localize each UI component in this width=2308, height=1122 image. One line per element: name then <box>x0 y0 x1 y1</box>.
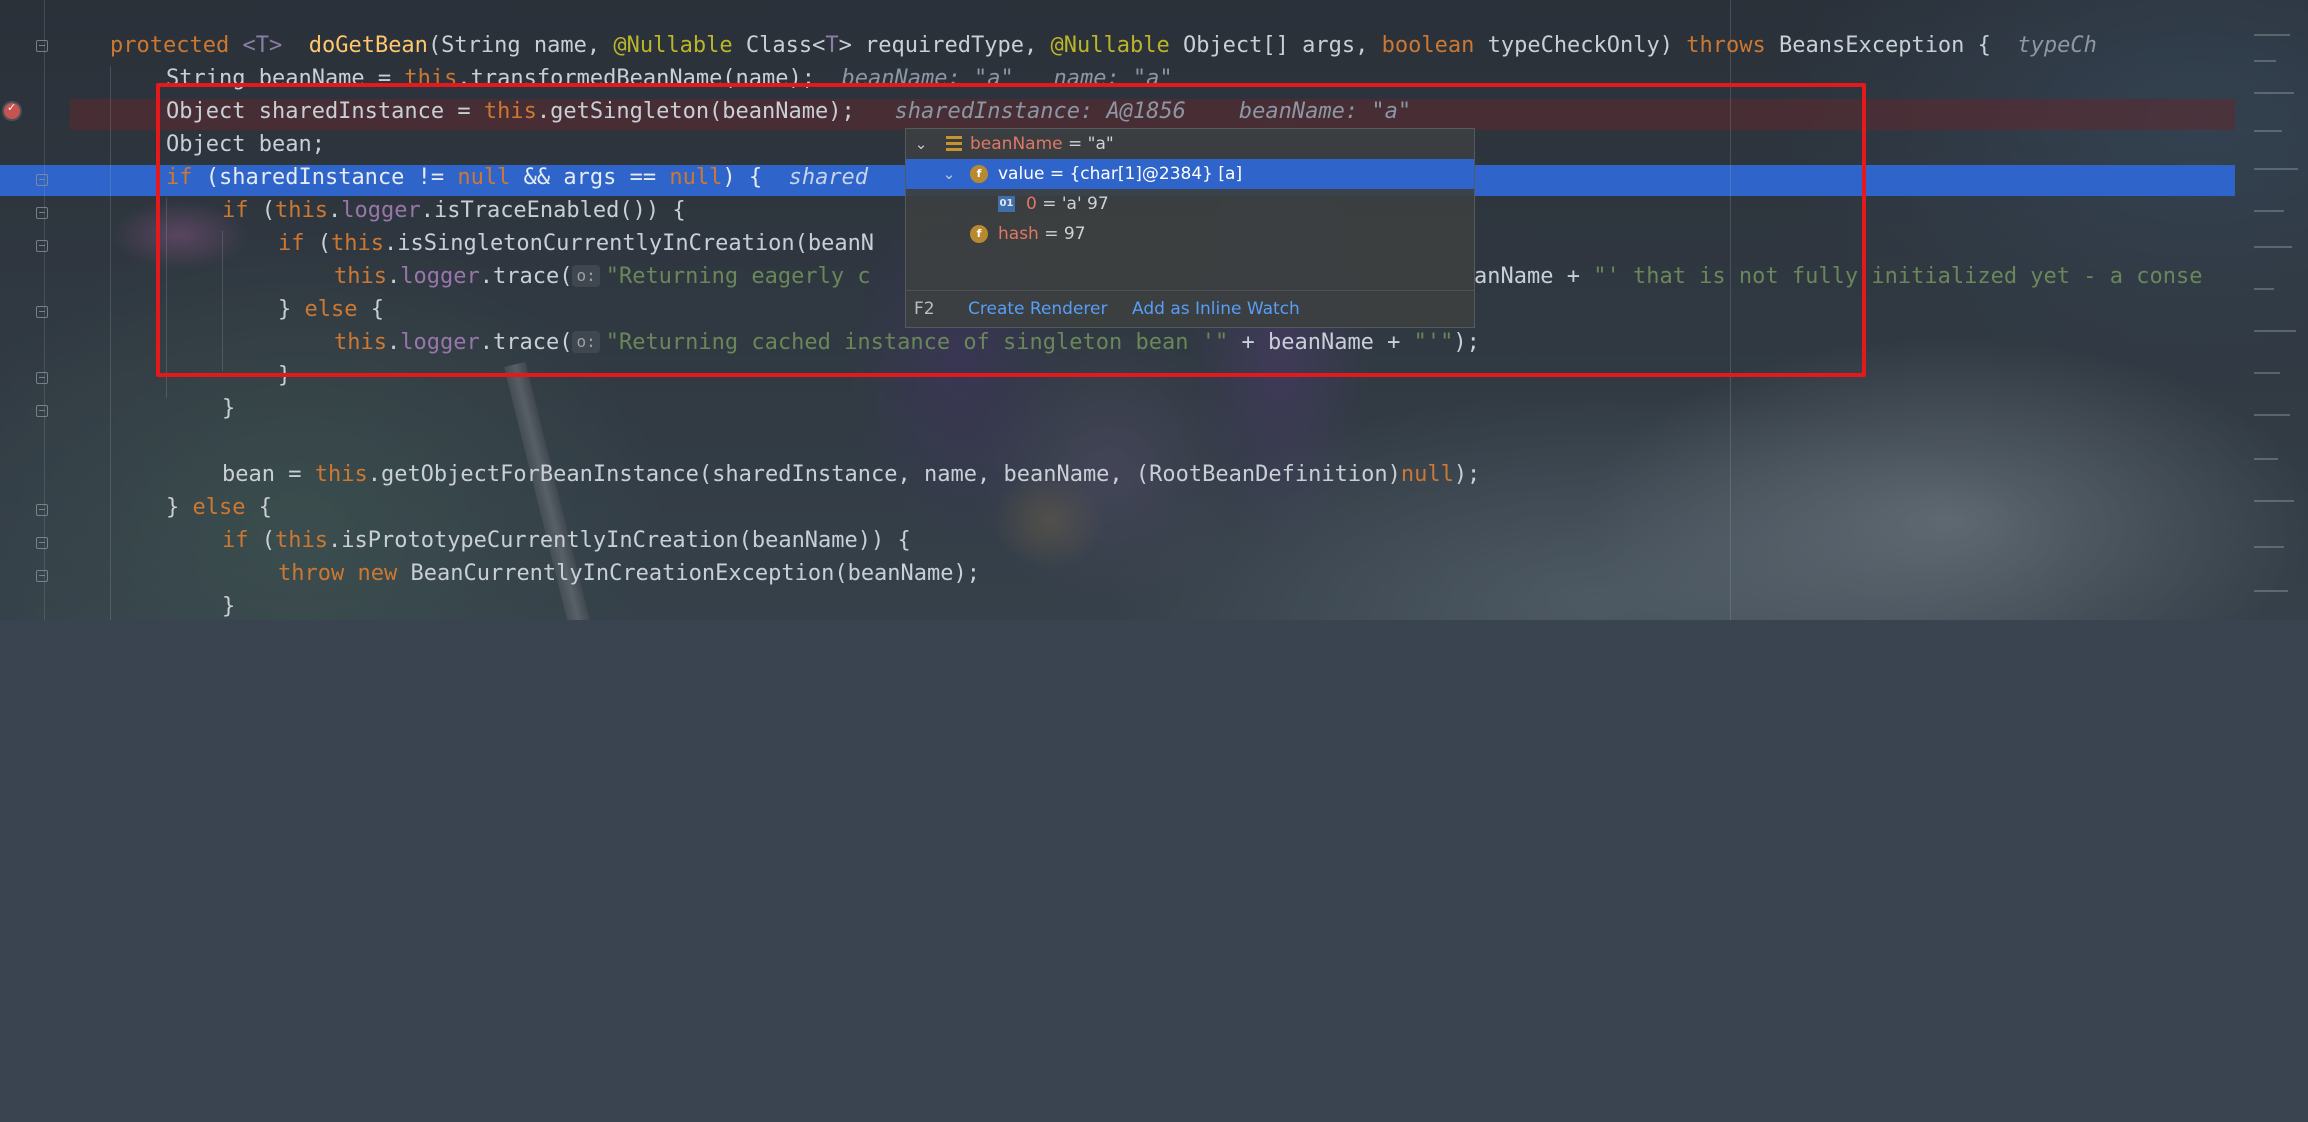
token: > requiredType, <box>838 33 1051 58</box>
token: .getObjectForBeanInstance(sharedInstance… <box>367 462 1401 487</box>
fold-toggle-icon[interactable] <box>36 240 48 252</box>
fold-toggle-icon[interactable] <box>36 306 48 318</box>
code-line: bean = this.getObjectForBeanInstance(sha… <box>222 458 1480 491</box>
token: ); <box>1453 462 1481 487</box>
inline-value-hint: typeCh <box>2017 33 2097 58</box>
scroll-marker <box>2254 34 2290 36</box>
code-line: } <box>222 392 235 425</box>
fold-toggle-icon[interactable] <box>36 570 48 582</box>
field-icon: f <box>970 225 988 243</box>
scroll-marker <box>2254 372 2280 374</box>
scroll-marker <box>2254 92 2294 94</box>
editor-scrollbar-markers[interactable] <box>2240 0 2308 620</box>
fold-toggle-icon[interactable] <box>36 207 48 219</box>
code-line: } <box>222 590 235 623</box>
fold-toggle-icon[interactable] <box>36 405 48 417</box>
token: null <box>1400 462 1454 487</box>
field-icon: f <box>970 165 988 183</box>
token: this <box>275 528 328 553</box>
token: new <box>357 561 398 586</box>
token: (String name, <box>427 33 614 58</box>
token: BeanCurrentlyInCreationException(beanNam… <box>397 561 981 586</box>
create-renderer-link[interactable]: Create Renderer <box>968 291 1108 327</box>
code-editor[interactable]: protected <T> doGetBean(String name, @Nu… <box>0 0 2203 1122</box>
variable-value: = 97 <box>1038 224 1086 244</box>
fold-toggle-icon[interactable] <box>36 40 48 52</box>
variable-row-element-0[interactable]: 01 0 = 'a' 97 <box>906 189 1474 219</box>
scroll-marker <box>2254 130 2282 132</box>
token: } <box>222 396 236 421</box>
token: Object[] args, <box>1169 33 1382 58</box>
token: <T> <box>242 33 283 58</box>
chevron-down-icon[interactable]: ⌄ <box>914 129 928 159</box>
token: .isPrototypeCurrentlyInCreation(beanName… <box>327 528 911 553</box>
token: this <box>314 462 368 487</box>
code-line: throw new BeanCurrentlyInCreationExcepti… <box>278 557 980 590</box>
variable-row-value[interactable]: ⌄ f value = {char[1]@2384} [a] <box>906 159 1474 189</box>
code-line: protected <T> doGetBean(String name, @Nu… <box>110 29 2097 62</box>
token: boolean <box>1381 33 1475 58</box>
token: { <box>245 495 272 520</box>
token: throws <box>1686 33 1766 58</box>
variable-name: hash <box>998 224 1039 244</box>
token: @Nullable <box>613 33 733 58</box>
variable-name: 0 <box>1026 194 1037 214</box>
token: @Nullable <box>1050 33 1170 58</box>
token: throw <box>278 561 345 586</box>
variable-value: = "a" <box>1062 134 1114 154</box>
token: protected <box>110 33 230 58</box>
fold-toggle-icon[interactable] <box>36 504 48 516</box>
token: Class< <box>732 33 826 58</box>
variable-value: = 'a' 97 <box>1036 194 1109 214</box>
scroll-marker <box>2254 414 2290 416</box>
variable-list-icon <box>946 136 962 152</box>
token: } <box>166 495 193 520</box>
variable-row-hash[interactable]: f hash = 97 <box>906 219 1474 249</box>
chevron-down-icon[interactable]: ⌄ <box>942 159 956 189</box>
code-line: if (this.isPrototypeCurrentlyInCreation(… <box>222 524 911 557</box>
scroll-marker <box>2254 288 2274 290</box>
fold-toggle-icon[interactable] <box>36 372 48 384</box>
token: typeCheckOnly) <box>1474 33 1687 58</box>
variable-value: = {char[1]@2384} [a] <box>1044 164 1243 184</box>
token: bean = <box>222 462 315 487</box>
scroll-marker <box>2254 546 2284 548</box>
variable-name: value <box>998 164 1045 184</box>
token: T <box>825 33 839 58</box>
add-inline-watch-link[interactable]: Add as Inline Watch <box>1132 291 1300 327</box>
scroll-marker <box>2254 246 2292 248</box>
shortcut-key-label: F2 <box>914 299 935 319</box>
variable-row-beanName[interactable]: ⌄ beanName = "a" <box>906 129 1474 159</box>
scroll-marker <box>2254 60 2276 62</box>
token: ( <box>248 528 275 553</box>
indent-guide <box>110 66 111 620</box>
code-line: } else { <box>166 491 272 524</box>
scroll-marker <box>2254 590 2288 592</box>
fold-toggle-icon[interactable] <box>36 174 48 186</box>
popup-footer: F2 Create Renderer Add as Inline Watch <box>906 290 1474 327</box>
scroll-marker <box>2254 458 2278 460</box>
scroll-marker <box>2254 168 2298 170</box>
token: else <box>192 495 246 520</box>
fold-toggle-icon[interactable] <box>36 537 48 549</box>
scroll-marker <box>2254 330 2296 332</box>
variable-name: beanName <box>970 134 1063 154</box>
array-element-icon: 01 <box>998 196 1015 212</box>
token: BeansException { <box>1765 33 1991 58</box>
token: if <box>222 528 249 553</box>
scroll-marker <box>2254 500 2294 502</box>
debugger-value-popup[interactable]: ⌄ beanName = "a" ⌄ f value = {char[1]@23… <box>905 128 1475 328</box>
scroll-marker <box>2254 210 2284 212</box>
method-name: doGetBean <box>308 33 428 58</box>
token: } <box>222 594 236 619</box>
